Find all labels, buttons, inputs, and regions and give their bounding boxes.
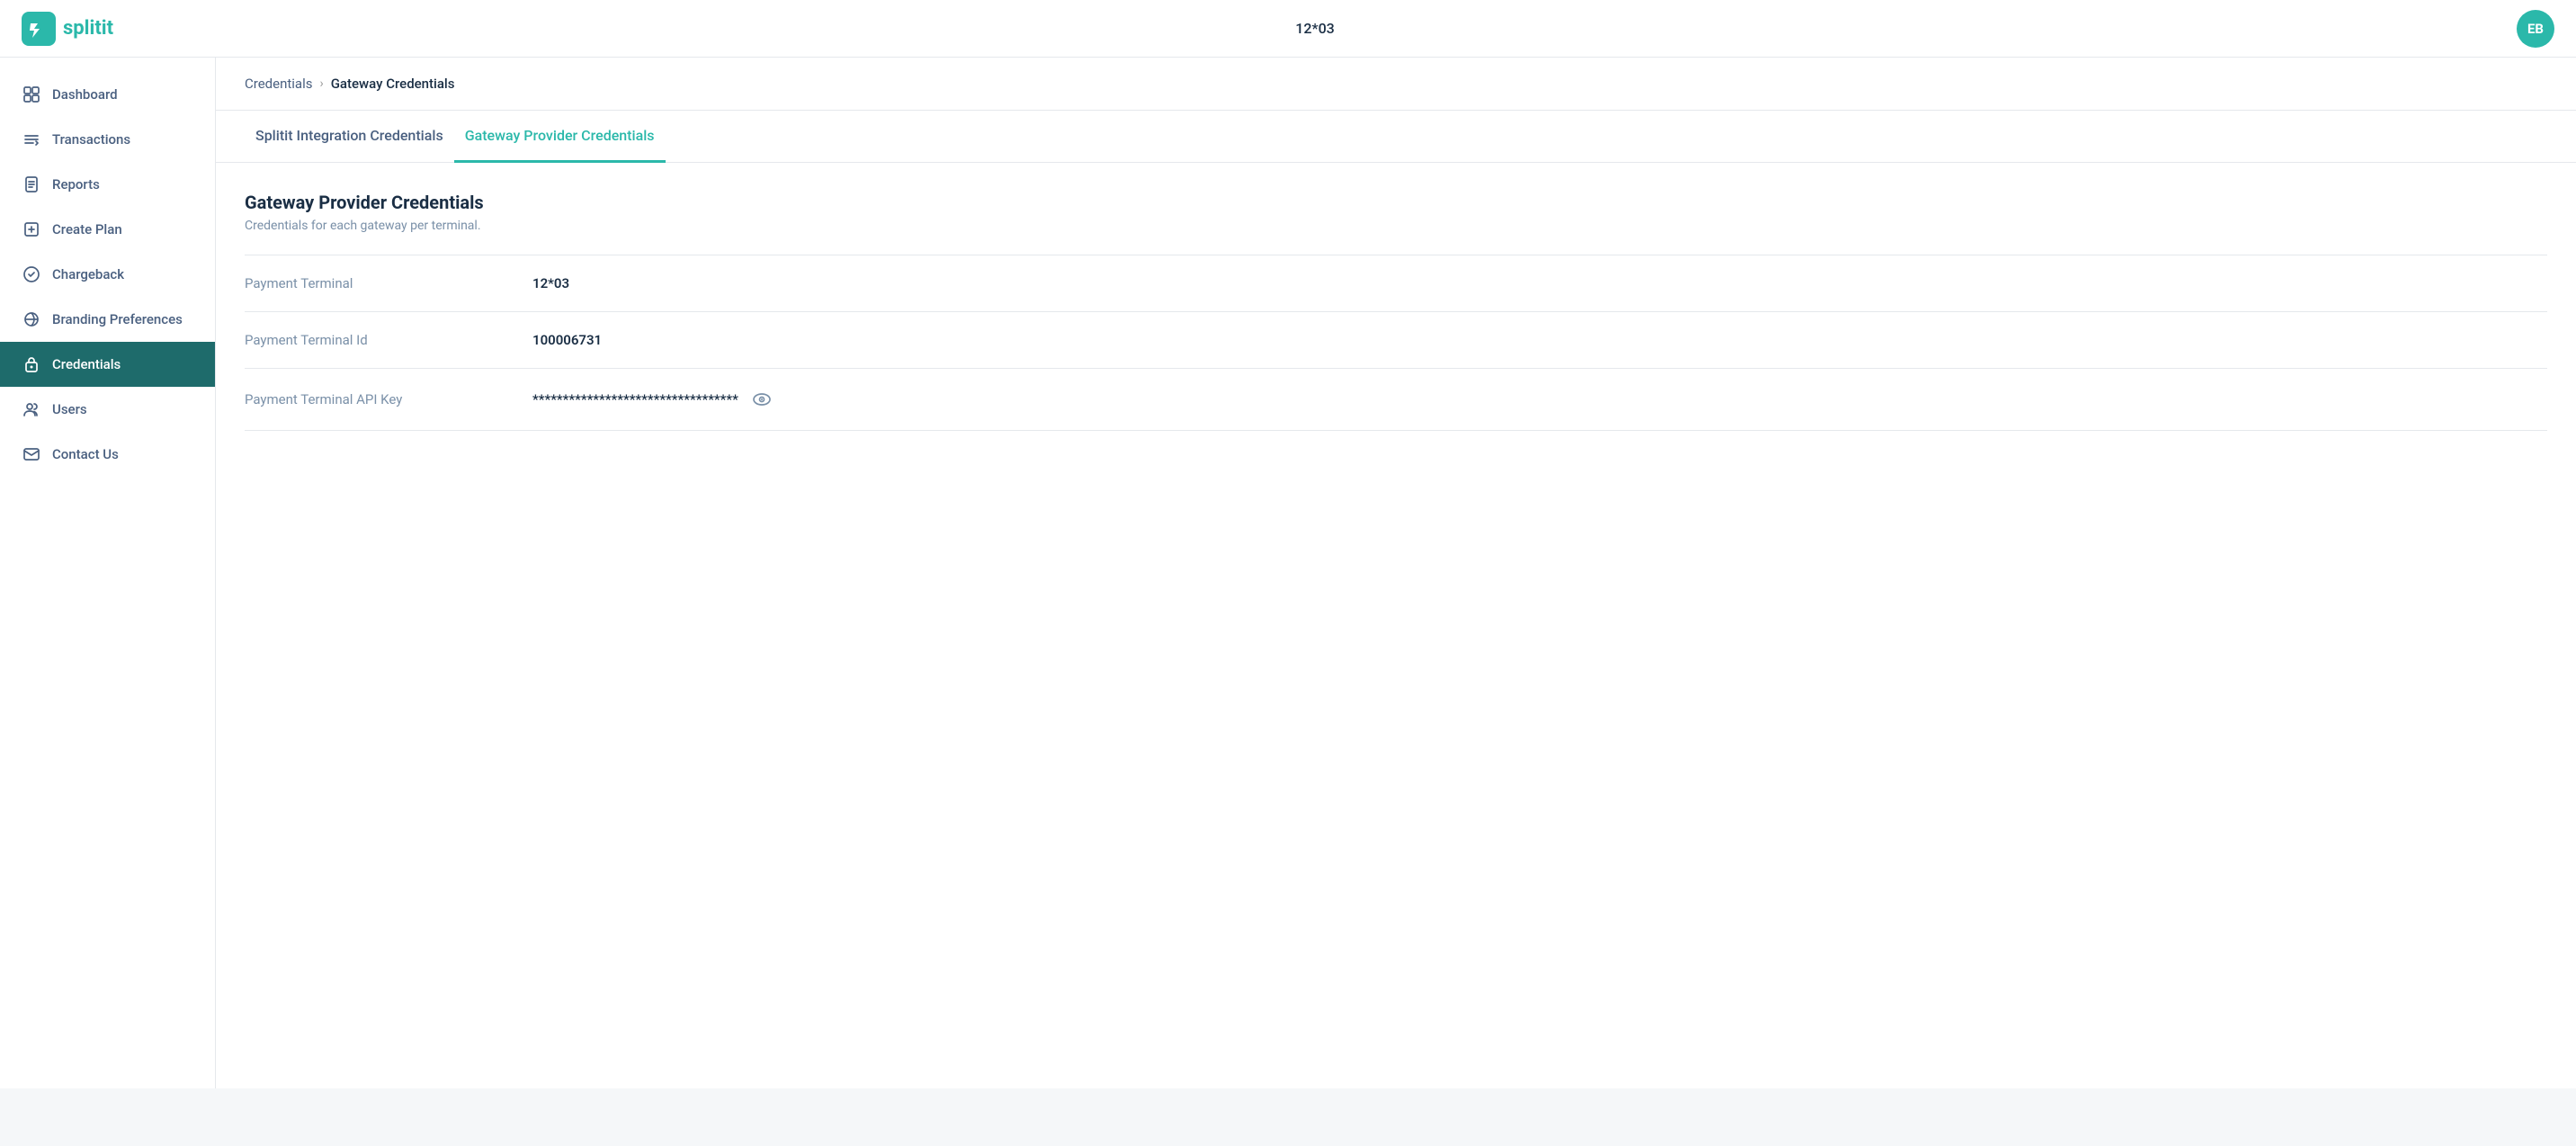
- sidebar-label-contact: Contact Us: [52, 446, 119, 462]
- tab-gateway-provider[interactable]: Gateway Provider Credentials: [454, 111, 666, 163]
- sidebar-item-reports[interactable]: Reports: [0, 162, 215, 207]
- table-row: Payment Terminal API Key ***************…: [245, 369, 2547, 431]
- layout: Dashboard Transactions Reports Create Pl…: [0, 58, 2576, 1088]
- sidebar-item-dashboard[interactable]: Dashboard: [0, 72, 215, 117]
- users-icon: [22, 399, 41, 419]
- table-row: Payment Terminal 12*03: [245, 255, 2547, 312]
- sidebar-label-create-plan: Create Plan: [52, 221, 122, 237]
- section-title: Gateway Provider Credentials: [245, 192, 2547, 213]
- logo-icon: [22, 12, 56, 46]
- sidebar-label-users: Users: [52, 401, 87, 417]
- breadcrumb-credentials[interactable]: Credentials: [245, 76, 312, 92]
- tabs: Splitit Integration Credentials Gateway …: [216, 111, 2576, 163]
- avatar[interactable]: EB: [2517, 10, 2554, 48]
- data-table: Payment Terminal 12*03 Payment Terminal …: [245, 255, 2547, 431]
- field-label-terminal: Payment Terminal: [245, 275, 532, 291]
- sidebar-item-create-plan[interactable]: Create Plan: [0, 207, 215, 252]
- field-value-api-key: **********************************: [532, 389, 773, 410]
- logo-text: splitit: [63, 17, 113, 40]
- sidebar-label-branding: Branding Preferences: [52, 311, 183, 327]
- top-nav: splitit 12*03 EB: [0, 0, 2576, 58]
- breadcrumb-gateway-credentials: Gateway Credentials: [331, 76, 455, 92]
- reports-icon: [22, 175, 41, 194]
- sidebar-label-transactions: Transactions: [52, 131, 130, 148]
- create-plan-icon: [22, 219, 41, 239]
- sidebar-label-credentials: Credentials: [52, 356, 121, 372]
- chargeback-icon: [22, 264, 41, 284]
- toggle-visibility-button[interactable]: [751, 389, 773, 410]
- sidebar-label-chargeback: Chargeback: [52, 266, 124, 282]
- field-label-terminal-id: Payment Terminal Id: [245, 332, 532, 348]
- dashboard-icon: [22, 85, 41, 104]
- sidebar-item-branding[interactable]: Branding Preferences: [0, 297, 215, 342]
- content-area: Gateway Provider Credentials Credentials…: [216, 163, 2576, 460]
- tab-splitit-integration[interactable]: Splitit Integration Credentials: [245, 111, 454, 163]
- sidebar-item-contact[interactable]: Contact Us: [0, 432, 215, 477]
- breadcrumb: Credentials › Gateway Credentials: [216, 58, 2576, 111]
- field-label-api-key: Payment Terminal API Key: [245, 391, 532, 407]
- transactions-icon: [22, 130, 41, 149]
- header-title: 12*03: [1295, 20, 1334, 37]
- field-value-terminal-id: 100006731: [532, 332, 602, 348]
- field-value-terminal: 12*03: [532, 275, 569, 291]
- sidebar-label-dashboard: Dashboard: [52, 86, 118, 103]
- sidebar: Dashboard Transactions Reports Create Pl…: [0, 58, 216, 1088]
- sidebar-item-credentials[interactable]: Credentials: [0, 342, 215, 387]
- logo[interactable]: splitit: [22, 12, 113, 46]
- branding-icon: [22, 309, 41, 329]
- credentials-icon: [22, 354, 41, 374]
- section-description: Credentials for each gateway per termina…: [245, 219, 2547, 233]
- table-row: Payment Terminal Id 100006731: [245, 312, 2547, 369]
- sidebar-item-users[interactable]: Users: [0, 387, 215, 432]
- contact-icon: [22, 444, 41, 464]
- sidebar-item-chargeback[interactable]: Chargeback: [0, 252, 215, 297]
- main-content: Credentials › Gateway Credentials Spliti…: [216, 58, 2576, 1088]
- sidebar-item-transactions[interactable]: Transactions: [0, 117, 215, 162]
- sidebar-label-reports: Reports: [52, 176, 100, 192]
- section-header: Gateway Provider Credentials Credentials…: [245, 192, 2547, 233]
- breadcrumb-sep-1: ›: [319, 76, 323, 91]
